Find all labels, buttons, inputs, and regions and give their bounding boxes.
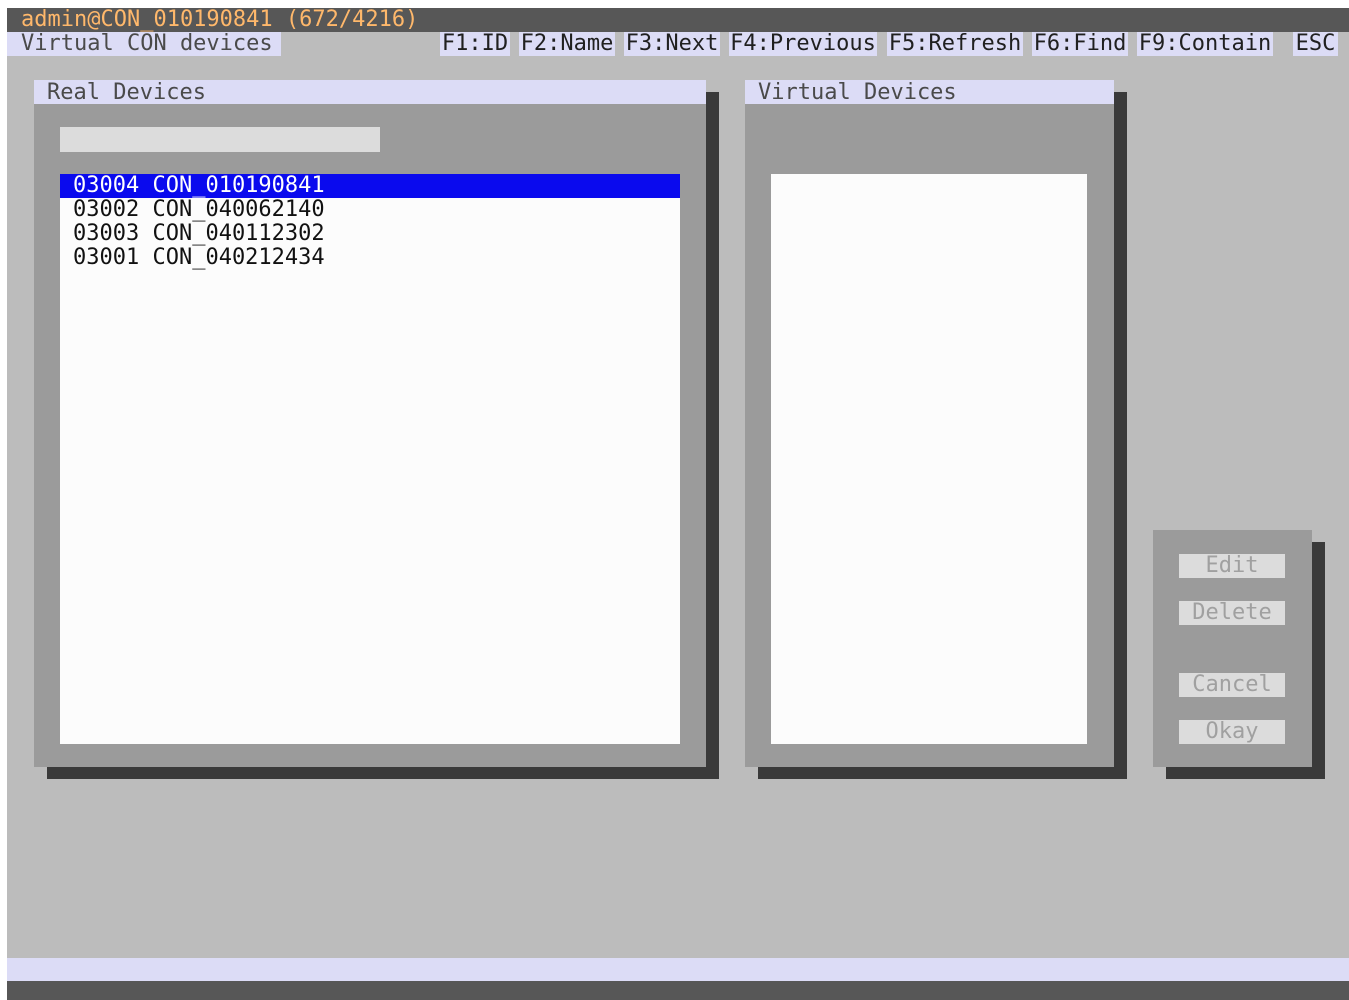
list-item[interactable]: 03004 CON_010190841 — [60, 174, 680, 198]
screen-title: Virtual CON devices — [7, 32, 281, 56]
list-item[interactable]: 03003 CON_040112302 — [60, 222, 680, 246]
f1-id-key[interactable]: F1:ID — [440, 32, 510, 56]
real-devices-filter-input[interactable] — [60, 127, 380, 152]
f4-previous-key[interactable]: F4:Previous — [729, 32, 877, 56]
list-item[interactable]: 03001 CON_040212434 — [60, 246, 680, 270]
real-devices-panel: Real Devices 03004 CON_010190841 03002 C… — [34, 80, 706, 767]
virtual-devices-list[interactable] — [771, 174, 1087, 744]
actions-panel: Edit Delete Cancel Okay — [1153, 530, 1312, 767]
f9-contain-key[interactable]: F9:Contain — [1137, 32, 1273, 56]
real-devices-list[interactable]: 03004 CON_010190841 03002 CON_040062140 … — [60, 174, 680, 744]
window-title: admin@CON_010190841 (672/4216) — [7, 8, 1349, 32]
status-bar — [7, 958, 1349, 981]
f5-refresh-key[interactable]: F5:Refresh — [887, 32, 1023, 56]
edit-button[interactable]: Edit — [1179, 554, 1285, 578]
virtual-devices-title: Virtual Devices — [745, 80, 1114, 105]
cancel-button[interactable]: Cancel — [1179, 673, 1285, 697]
terminal-screen: admin@CON_010190841 (672/4216) Virtual C… — [7, 8, 1349, 1000]
list-item[interactable]: 03002 CON_040062140 — [60, 198, 680, 222]
delete-button[interactable]: Delete — [1179, 601, 1285, 625]
virtual-devices-panel: Virtual Devices — [745, 80, 1114, 767]
esc-key[interactable]: ESC — [1293, 32, 1338, 56]
f2-name-key[interactable]: F2:Name — [519, 32, 615, 56]
f6-find-key[interactable]: F6:Find — [1032, 32, 1128, 56]
okay-button[interactable]: Okay — [1179, 720, 1285, 744]
bottom-bar — [7, 981, 1349, 1000]
real-devices-title: Real Devices — [34, 80, 706, 105]
f3-next-key[interactable]: F3:Next — [624, 32, 720, 56]
menu-bar: Virtual CON devices F1:ID F2:Name F3:Nex… — [7, 32, 1349, 56]
